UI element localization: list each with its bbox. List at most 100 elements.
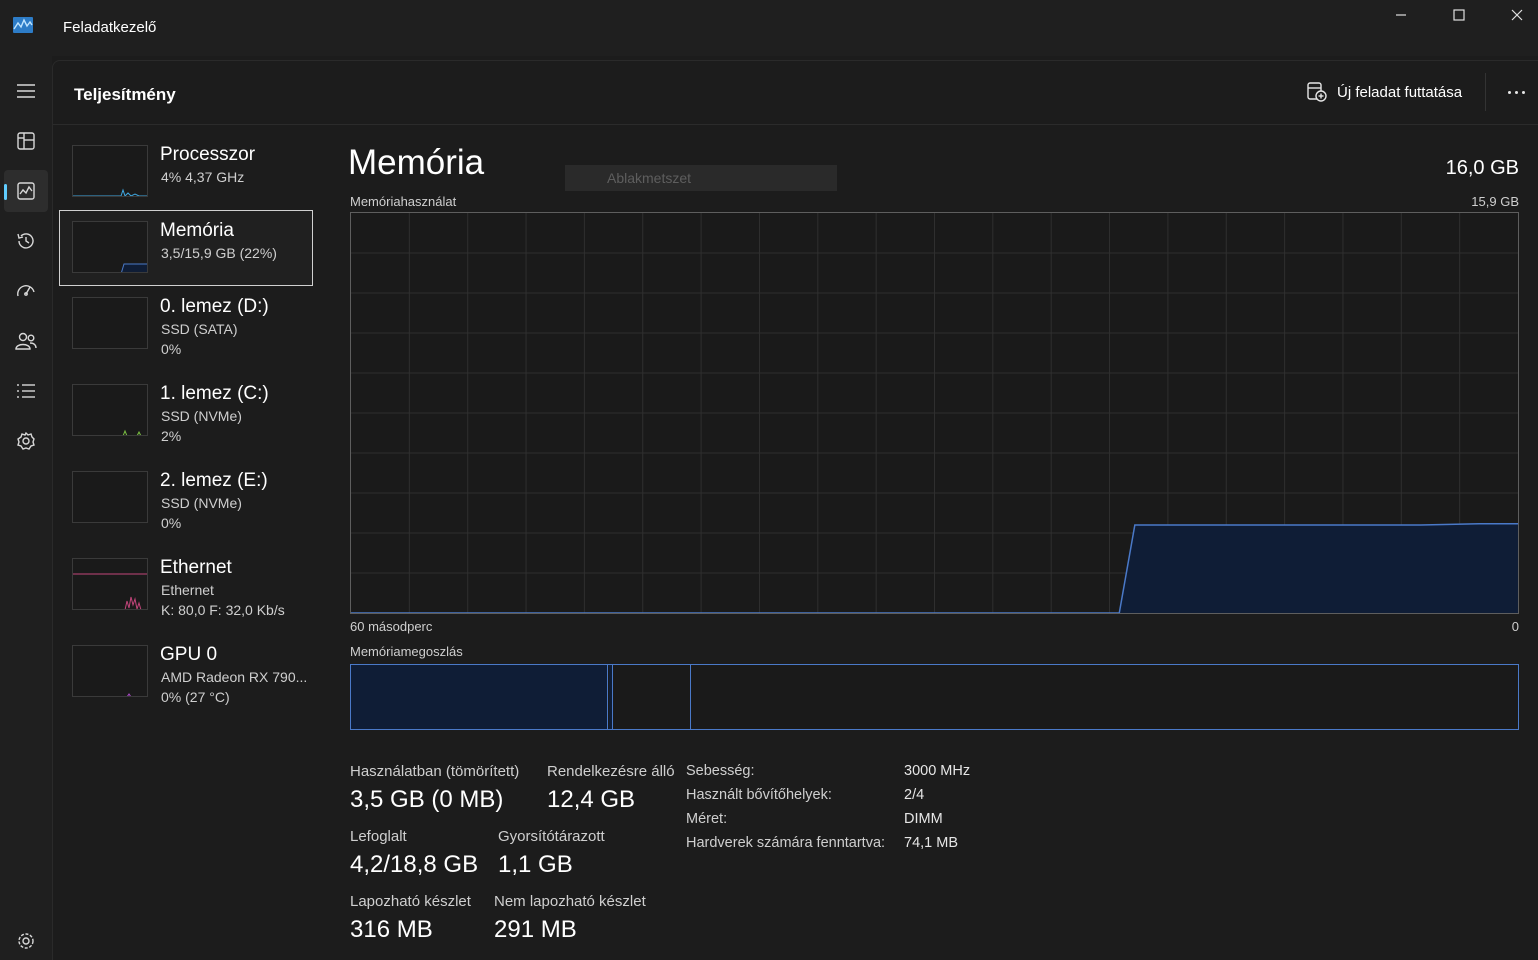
stat-committed-value: 4,2/18,8 GB: [350, 851, 479, 878]
composition-standby: [614, 665, 691, 729]
hamburger-menu-button[interactable]: [4, 70, 48, 112]
resource-item-gpu[interactable]: GPU 0 AMD Radeon RX 790... 0% (27 °C): [59, 634, 313, 710]
main-panel: Teljesítmény Új feladat futtatása Proces…: [52, 60, 1538, 960]
resource-usage: 0%: [161, 341, 182, 357]
prop-form-factor-value: DIMM: [904, 811, 943, 827]
composition-modified: [609, 665, 613, 729]
resource-usage: 0%: [161, 515, 182, 531]
stat-paged-pool-label: Lapozható készlet: [350, 893, 471, 910]
resource-name: 0. lemez (D:): [160, 296, 269, 317]
nav-details[interactable]: [4, 370, 48, 412]
resource-detail: Ethernet: [161, 582, 214, 598]
stat-paged-pool-value: 316 MB: [350, 916, 433, 943]
minimize-button[interactable]: [1372, 0, 1430, 30]
disk1-thumbnail-graph: [72, 384, 148, 436]
memory-composition-bar: [350, 664, 1519, 730]
maximize-icon: [1453, 9, 1465, 21]
stat-in-use-value: 3,5 GB (0 MB): [350, 786, 504, 813]
performance-icon: [17, 182, 35, 200]
resource-detail: SSD (NVMe): [161, 495, 242, 511]
prop-form-factor-label: Méret:: [686, 811, 728, 827]
new-task-icon: [1307, 82, 1327, 102]
resource-name: Memória: [160, 220, 234, 241]
prop-slots-value: 2/4: [904, 787, 925, 803]
resource-detail: AMD Radeon RX 790...: [161, 669, 308, 685]
nav-settings[interactable]: [4, 920, 48, 960]
services-icon: [17, 431, 35, 450]
resource-name: 2. lemez (E:): [160, 470, 268, 491]
stat-cached-label: Gyorsítótárazott: [498, 828, 605, 845]
users-icon: [15, 332, 37, 350]
nav-users[interactable]: [4, 320, 48, 362]
disk2-thumbnail-graph: [72, 471, 148, 523]
stat-in-use-label: Használatban (tömörített): [350, 763, 520, 780]
stat-committed-label: Lefoglalt: [350, 828, 407, 845]
resource-item-ethernet[interactable]: Ethernet Ethernet K: 80,0 F: 32,0 Kb/s: [59, 547, 313, 623]
ethernet-thumbnail-graph: [72, 558, 148, 610]
page-title: Teljesítmény: [74, 85, 176, 104]
nav-startup-apps[interactable]: [4, 270, 48, 312]
snapshot-button[interactable]: Ablakmetszet: [565, 165, 837, 191]
prop-hw-reserved-value: 74,1 MB: [904, 835, 958, 851]
maximize-button[interactable]: [1430, 0, 1488, 30]
run-new-task-label: Új feladat futtatása: [1337, 83, 1463, 101]
prop-speed-value: 3000 MHz: [904, 763, 971, 779]
more-options-button[interactable]: [1501, 79, 1531, 105]
prop-slots-label: Használt bővítőhelyek:: [686, 787, 832, 803]
detail-title: Memória: [348, 143, 485, 182]
prop-speed-label: Sebesség:: [686, 763, 755, 779]
nav-processes[interactable]: [4, 120, 48, 162]
stat-nonpaged-pool-value: 291 MB: [494, 916, 577, 943]
run-new-task-button[interactable]: Új feladat futtatása: [1307, 79, 1462, 105]
minimize-icon: [1396, 14, 1406, 16]
details-icon: [17, 384, 35, 398]
nav-services[interactable]: [4, 420, 48, 462]
prop-hw-reserved-label: Hardverek számára fenntartva:: [686, 835, 886, 851]
usage-chart-label: Memóriahasználat: [350, 194, 457, 209]
stat-available-value: 12,4 GB: [547, 786, 636, 813]
hamburger-menu-icon: [17, 84, 35, 98]
resource-usage: K: 80,0 F: 32,0 Kb/s: [161, 602, 285, 618]
navigation-rail: [0, 56, 52, 960]
stat-available-label: Rendelkezésre álló: [547, 763, 675, 780]
close-icon: [1511, 9, 1523, 21]
page-header: Teljesítmény Új feladat futtatása: [53, 61, 1538, 125]
resource-item-disk-2[interactable]: 2. lemez (E:) SSD (NVMe) 0%: [59, 460, 313, 536]
usage-chart-max: 15,9 GB: [1471, 194, 1519, 209]
resource-detail: 3,5/15,9 GB (22%): [161, 245, 277, 261]
memory-usage-chart: [350, 212, 1519, 614]
resource-name: Ethernet: [160, 557, 232, 578]
total-memory: 16,0 GB: [1445, 157, 1519, 179]
close-button[interactable]: [1488, 0, 1538, 30]
app-history-icon: [17, 233, 34, 249]
chart-time-right: 0: [1511, 619, 1519, 634]
gpu-thumbnail-graph: [72, 645, 148, 697]
settings-icon: [18, 933, 34, 949]
resource-item-memory[interactable]: Memória 3,5/15,9 GB (22%): [59, 210, 313, 286]
header-separator: [1485, 73, 1486, 111]
stat-cached-value: 1,1 GB: [498, 851, 573, 878]
memory-thumbnail-graph: [72, 221, 148, 273]
task-manager-icon: [13, 17, 33, 33]
resource-usage: 2%: [161, 428, 182, 444]
resource-detail: 4% 4,37 GHz: [161, 169, 245, 185]
processes-icon: [17, 132, 35, 150]
more-horizontal-icon: [1507, 90, 1511, 94]
composition-label: Memóriamegoszlás: [350, 644, 463, 659]
resource-name: 1. lemez (C:): [160, 383, 269, 404]
startup-apps-icon: [17, 285, 35, 297]
disk0-thumbnail-graph: [72, 297, 148, 349]
nav-app-history[interactable]: [4, 220, 48, 262]
memory-usage-chart-svg: [351, 213, 1518, 613]
resource-detail: SSD (NVMe): [161, 408, 242, 424]
resource-item-disk-0[interactable]: 0. lemez (D:) SSD (SATA) 0%: [59, 286, 313, 362]
resource-item-cpu[interactable]: Processzor 4% 4,37 GHz: [59, 134, 313, 210]
resource-name: GPU 0: [160, 644, 218, 665]
resource-item-disk-1[interactable]: 1. lemez (C:) SSD (NVMe) 2%: [59, 373, 313, 449]
chart-time-left: 60 másodperc: [350, 619, 433, 634]
resource-name: Processzor: [160, 144, 256, 165]
resource-detail: SSD (SATA): [161, 321, 238, 337]
resource-usage: 0% (27 °C): [161, 689, 230, 705]
cpu-thumbnail-graph: [72, 145, 148, 197]
nav-performance[interactable]: [4, 170, 48, 212]
